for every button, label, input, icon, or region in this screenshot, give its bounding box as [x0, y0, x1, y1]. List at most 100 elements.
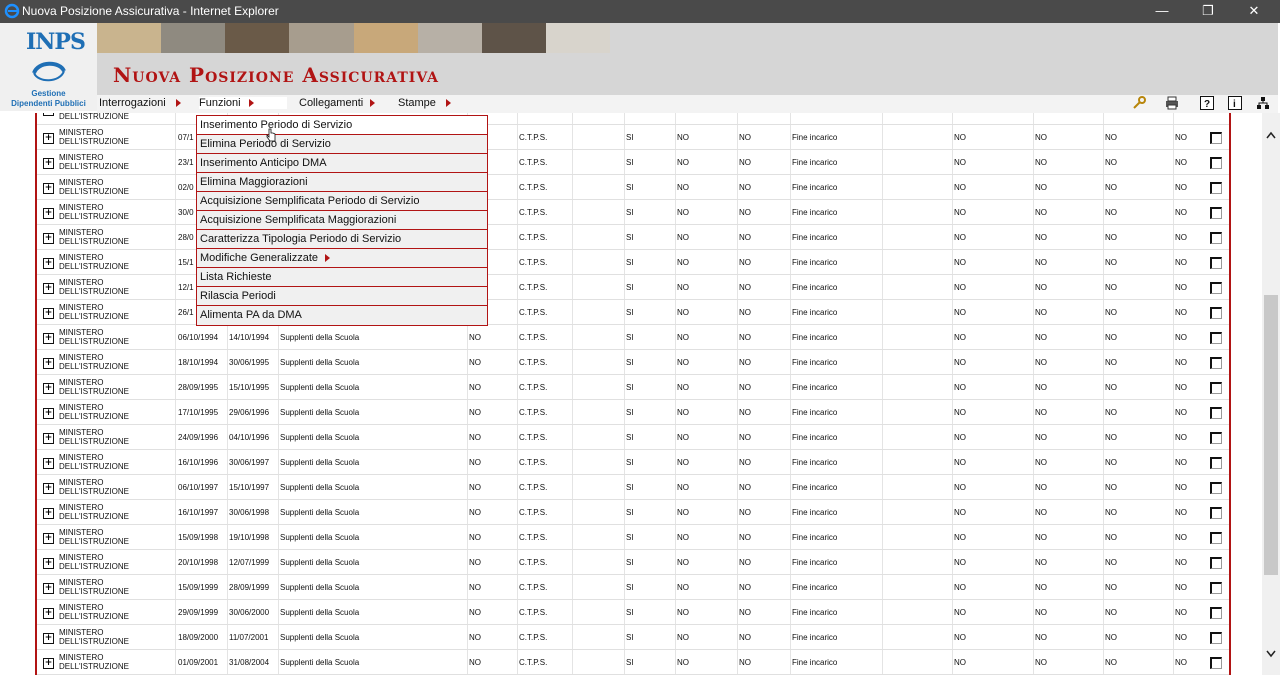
org-icon[interactable] [1256, 96, 1270, 110]
cell-c3: NO [739, 208, 751, 217]
scroll-down-icon[interactable] [1266, 650, 1276, 658]
table-row: + MINISTERO DELL'ISTRUZIONE 15/09/1999 28/09… [37, 575, 1229, 600]
row-checkbox[interactable] [1210, 507, 1222, 519]
menu-item-acquisizione-maggiorazioni[interactable]: Acquisizione Semplificata Maggiorazioni [197, 211, 487, 230]
expand-icon[interactable]: + [43, 533, 54, 544]
expand-icon[interactable]: + [43, 158, 54, 169]
table-row: + MINISTERO DELL'ISTRUZIONE 06/10/1997 15/10… [37, 475, 1229, 500]
row-checkbox[interactable] [1210, 482, 1222, 494]
menu-interrogazioni[interactable]: Interrogazioni [99, 97, 166, 109]
expand-icon[interactable]: + [43, 633, 54, 644]
row-checkbox[interactable] [1210, 657, 1222, 669]
expand-icon[interactable]: + [43, 658, 54, 669]
expand-icon[interactable]: + [43, 408, 54, 419]
cell-c7: NO [1105, 383, 1117, 392]
row-checkbox[interactable] [1210, 432, 1222, 444]
cell-c8: NO [1175, 658, 1187, 667]
menu-item-elimina-periodo[interactable]: Elimina Periodo di Servizio [197, 135, 487, 154]
help-icon[interactable]: ? [1200, 96, 1214, 110]
expand-icon[interactable]: + [43, 113, 54, 116]
expand-icon[interactable]: + [43, 333, 54, 344]
menu-collegamenti[interactable]: Collegamenti [299, 97, 363, 109]
row-checkbox[interactable] [1210, 582, 1222, 594]
minimize-button[interactable]: — [1151, 2, 1173, 20]
cell-ente: MINISTERO [59, 203, 104, 212]
menu-item-inserimento-periodo[interactable]: Inserimento Periodo di Servizio [197, 116, 487, 135]
row-checkbox[interactable] [1210, 182, 1222, 194]
row-checkbox[interactable] [1210, 232, 1222, 244]
menu-item-rilascia-periodi[interactable]: Rilascia Periodi [197, 287, 487, 306]
printer-icon[interactable] [1165, 96, 1179, 110]
expand-icon[interactable]: + [43, 433, 54, 444]
row-checkbox[interactable] [1210, 407, 1222, 419]
key-icon[interactable] [1132, 96, 1146, 110]
expand-icon[interactable]: + [43, 383, 54, 394]
cell-c6: NO [1035, 508, 1047, 517]
cell-al: 30/06/1998 [229, 508, 270, 517]
row-checkbox[interactable] [1210, 157, 1222, 169]
info-icon[interactable]: i [1228, 96, 1242, 110]
cell-c6: NO [1035, 283, 1047, 292]
row-checkbox[interactable] [1210, 257, 1222, 269]
restore-button[interactable]: ❐ [1197, 2, 1219, 20]
cell-c7: NO [1105, 608, 1117, 617]
row-checkbox[interactable] [1210, 307, 1222, 319]
scroll-up-icon[interactable] [1266, 131, 1276, 139]
cell-al: 30/06/1995 [229, 358, 270, 367]
expand-icon[interactable]: + [43, 458, 54, 469]
menu-item-modifiche-generalizzate[interactable]: Modifiche Generalizzate [197, 249, 487, 268]
row-checkbox[interactable] [1210, 457, 1222, 469]
menu-item-alimenta-pa[interactable]: Alimenta PA da DMA [197, 306, 487, 324]
cell-c6: NO [1035, 533, 1047, 542]
cell-c5: NO [954, 533, 966, 542]
row-checkbox[interactable] [1210, 282, 1222, 294]
cell-c5: NO [954, 283, 966, 292]
expand-icon[interactable]: + [43, 208, 54, 219]
row-checkbox[interactable] [1210, 207, 1222, 219]
expand-icon[interactable]: + [43, 133, 54, 144]
menu-funzioni[interactable]: Funzioni [199, 97, 287, 109]
cell-causa: Fine incarico [792, 458, 838, 467]
inps-logo[interactable]: INPS Gestione Dipendenti Pubblici [0, 23, 97, 111]
scrollbar-thumb[interactable] [1264, 295, 1278, 575]
expand-icon[interactable]: + [43, 283, 54, 294]
cell-c3: NO [739, 133, 751, 142]
expand-icon[interactable]: + [43, 183, 54, 194]
row-checkbox[interactable] [1210, 382, 1222, 394]
menu-item-lista-richieste[interactable]: Lista Richieste [197, 268, 487, 287]
expand-icon[interactable]: + [43, 258, 54, 269]
cell-ente: MINISTERO [59, 653, 104, 662]
cell-ente-sub: DELL'ISTRUZIONE [59, 387, 129, 396]
row-checkbox[interactable] [1210, 532, 1222, 544]
menu-item-caratterizza-tipologia[interactable]: Caratterizza Tipologia Periodo di Serviz… [197, 230, 487, 249]
cell-cassa: C.T.P.S. [519, 158, 548, 167]
menu-stampe[interactable]: Stampe [398, 97, 436, 109]
row-checkbox[interactable] [1210, 357, 1222, 369]
close-button[interactable]: ✕ [1243, 2, 1265, 20]
expand-icon[interactable]: + [43, 608, 54, 619]
expand-icon[interactable]: + [43, 508, 54, 519]
cell-ente-sub: DELL'ISTRUZIONE [59, 187, 129, 196]
row-checkbox[interactable] [1210, 557, 1222, 569]
cell-c1: SI [626, 433, 634, 442]
expand-icon[interactable]: + [43, 558, 54, 569]
expand-icon[interactable]: + [43, 233, 54, 244]
expand-icon[interactable]: + [43, 483, 54, 494]
row-checkbox[interactable] [1210, 132, 1222, 144]
cell-c1: SI [626, 633, 634, 642]
cell-c6: NO [1035, 433, 1047, 442]
menu-item-inserimento-anticipo-dma[interactable]: Inserimento Anticipo DMA [197, 154, 487, 173]
menu-item-elimina-maggiorazioni[interactable]: Elimina Maggiorazioni [197, 173, 487, 192]
cell-c3: NO [739, 308, 751, 317]
cell-desc: Supplenti della Scuola [280, 483, 360, 492]
row-checkbox[interactable] [1210, 332, 1222, 344]
expand-icon[interactable]: + [43, 583, 54, 594]
menu-item-acquisizione-periodo[interactable]: Acquisizione Semplificata Periodo di Ser… [197, 192, 487, 211]
row-checkbox[interactable] [1210, 632, 1222, 644]
cell-ente-sub: DELL'ISTRUZIONE [59, 337, 129, 346]
expand-icon[interactable]: + [43, 358, 54, 369]
cell-c6: NO [1035, 158, 1047, 167]
expand-icon[interactable]: + [43, 308, 54, 319]
row-checkbox[interactable] [1210, 607, 1222, 619]
cell-c5: NO [954, 433, 966, 442]
